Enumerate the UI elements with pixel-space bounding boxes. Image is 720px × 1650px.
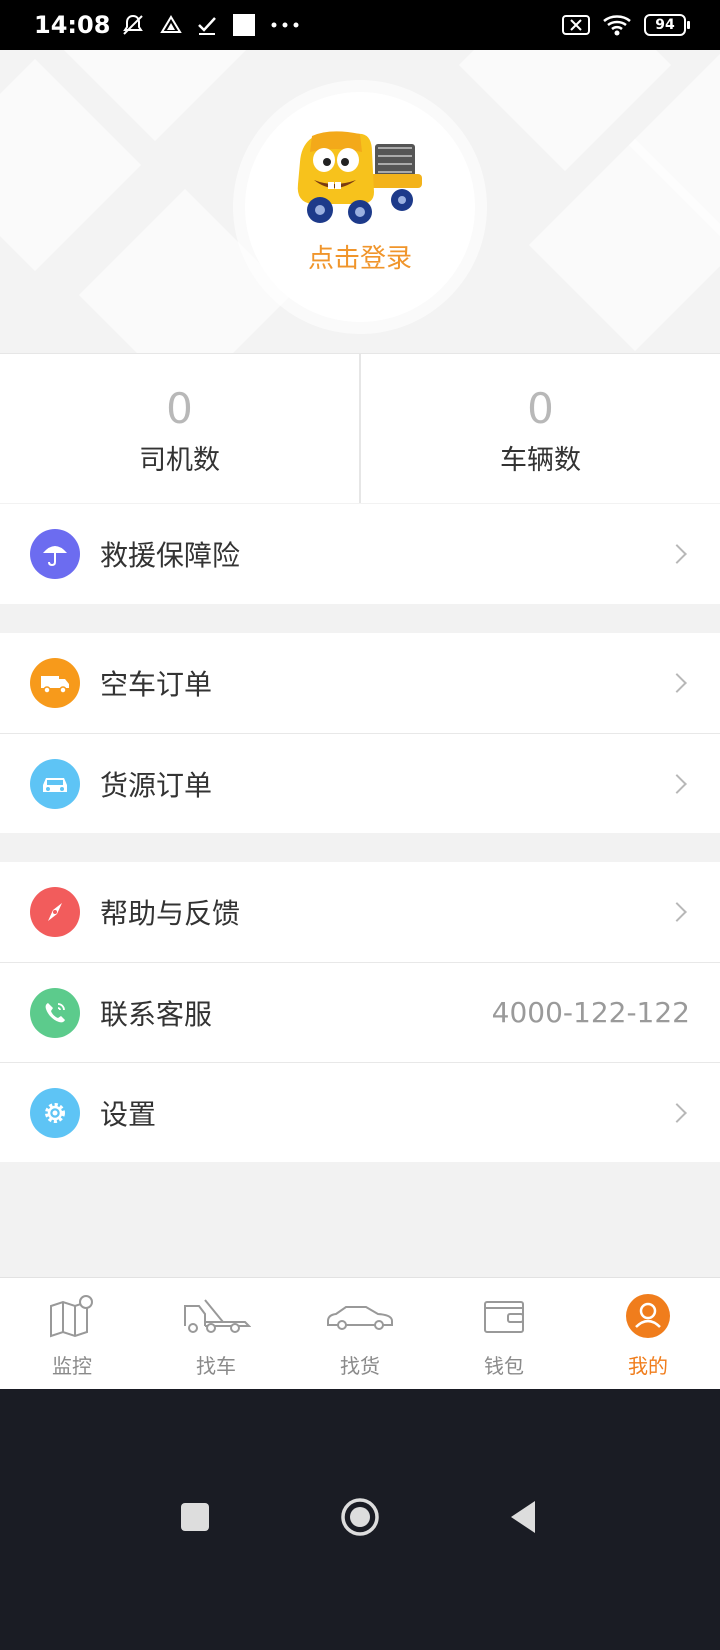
chevron-right-icon (667, 773, 687, 794)
tab-find-truck[interactable]: 找车 (144, 1278, 288, 1389)
menu-label-customer-service: 联系客服 (100, 997, 213, 1031)
mute-icon (123, 14, 144, 35)
menu-item-empty-truck-orders[interactable]: 空车订单 (0, 633, 720, 733)
driver-count-label: 司机数 (139, 445, 220, 476)
tab-monitor[interactable]: 监控 (0, 1278, 144, 1389)
menu-label-cargo-orders: 货源订单 (100, 768, 213, 802)
customer-service-phone[interactable]: 4000-122-122 (492, 996, 690, 1029)
back-icon[interactable] (508, 1499, 538, 1535)
vehicle-count-label: 车辆数 (500, 445, 581, 476)
tab-find-cargo[interactable]: 找货 (288, 1278, 432, 1389)
wifi-icon (603, 15, 631, 36)
recent-apps-icon[interactable] (180, 1502, 210, 1532)
umbrella-icon (30, 529, 80, 579)
gear-icon (30, 1087, 80, 1138)
drive-icon (160, 15, 183, 33)
tow-truck-mascot-icon[interactable] (290, 122, 430, 232)
tab-label-mine: 我的 (628, 1354, 668, 1378)
tow-truck-icon (181, 1292, 251, 1340)
chevron-right-icon (667, 1102, 687, 1123)
compass-icon (30, 887, 80, 937)
stats-panel: 0 司机数 0 车辆数 (0, 353, 720, 503)
car-icon (325, 1292, 395, 1340)
chevron-right-icon (667, 673, 687, 693)
menu-item-cargo-orders[interactable]: 货源订单 (0, 733, 720, 833)
home-icon[interactable] (340, 1497, 380, 1537)
tab-label-monitor: 监控 (52, 1354, 92, 1378)
battery-icon: 94 (644, 14, 690, 36)
menu-item-insurance[interactable]: 救援保障险 (0, 504, 720, 604)
tab-label-find-truck: 找车 (196, 1354, 236, 1378)
menu-label-settings: 设置 (100, 1097, 157, 1131)
menu-item-customer-service[interactable]: 联系客服 4000-122-122 (0, 962, 720, 1062)
no-sim-icon (562, 15, 590, 35)
status-bar: 14:08 94 (0, 0, 720, 50)
phone-icon (30, 987, 80, 1038)
system-navigation-bar (0, 1389, 720, 1650)
driver-count-stat[interactable]: 0 司机数 (0, 354, 359, 503)
check-icon (198, 17, 217, 35)
tab-wallet[interactable]: 钱包 (432, 1278, 576, 1389)
battery-level: 94 (655, 17, 675, 33)
status-notification-icons (120, 12, 300, 38)
chevron-right-icon (667, 544, 687, 564)
login-link[interactable]: 点击登录 (245, 238, 475, 275)
menu-group-orders: 空车订单 货源订单 (0, 633, 720, 833)
menu-label-empty-truck-orders: 空车订单 (100, 668, 213, 701)
menu-label-insurance: 救援保障险 (100, 539, 241, 572)
status-system-icons: 94 (562, 13, 690, 37)
menu-item-help-feedback[interactable]: 帮助与反馈 (0, 862, 720, 962)
vehicle-count-value: 0 (527, 384, 554, 433)
menu-item-settings[interactable]: 设置 (0, 1062, 720, 1162)
driver-count-value: 0 (166, 384, 193, 433)
menu-label-help-feedback: 帮助与反馈 (100, 897, 241, 930)
tab-mine[interactable]: 我的 (576, 1278, 720, 1389)
more-icon (271, 22, 299, 28)
user-icon (613, 1292, 683, 1340)
profile-header: 点击登录 (0, 50, 720, 353)
truck-icon (30, 658, 80, 708)
tab-label-wallet: 钱包 (484, 1354, 524, 1378)
chevron-right-icon (667, 902, 687, 922)
bottom-tab-bar: 监控 找车 找货 钱包 我的 (0, 1277, 720, 1389)
map-icon (37, 1292, 107, 1340)
menu-group-insurance: 救援保障险 (0, 504, 720, 604)
menu-group-support: 帮助与反馈 联系客服 4000-122-122 设置 (0, 862, 720, 1162)
wallet-icon (469, 1292, 539, 1340)
tab-label-find-cargo: 找货 (340, 1354, 380, 1378)
vehicle-count-stat[interactable]: 0 车辆数 (359, 354, 720, 503)
car-icon (30, 758, 80, 809)
square-icon (233, 14, 256, 36)
status-time: 14:08 (34, 11, 111, 39)
